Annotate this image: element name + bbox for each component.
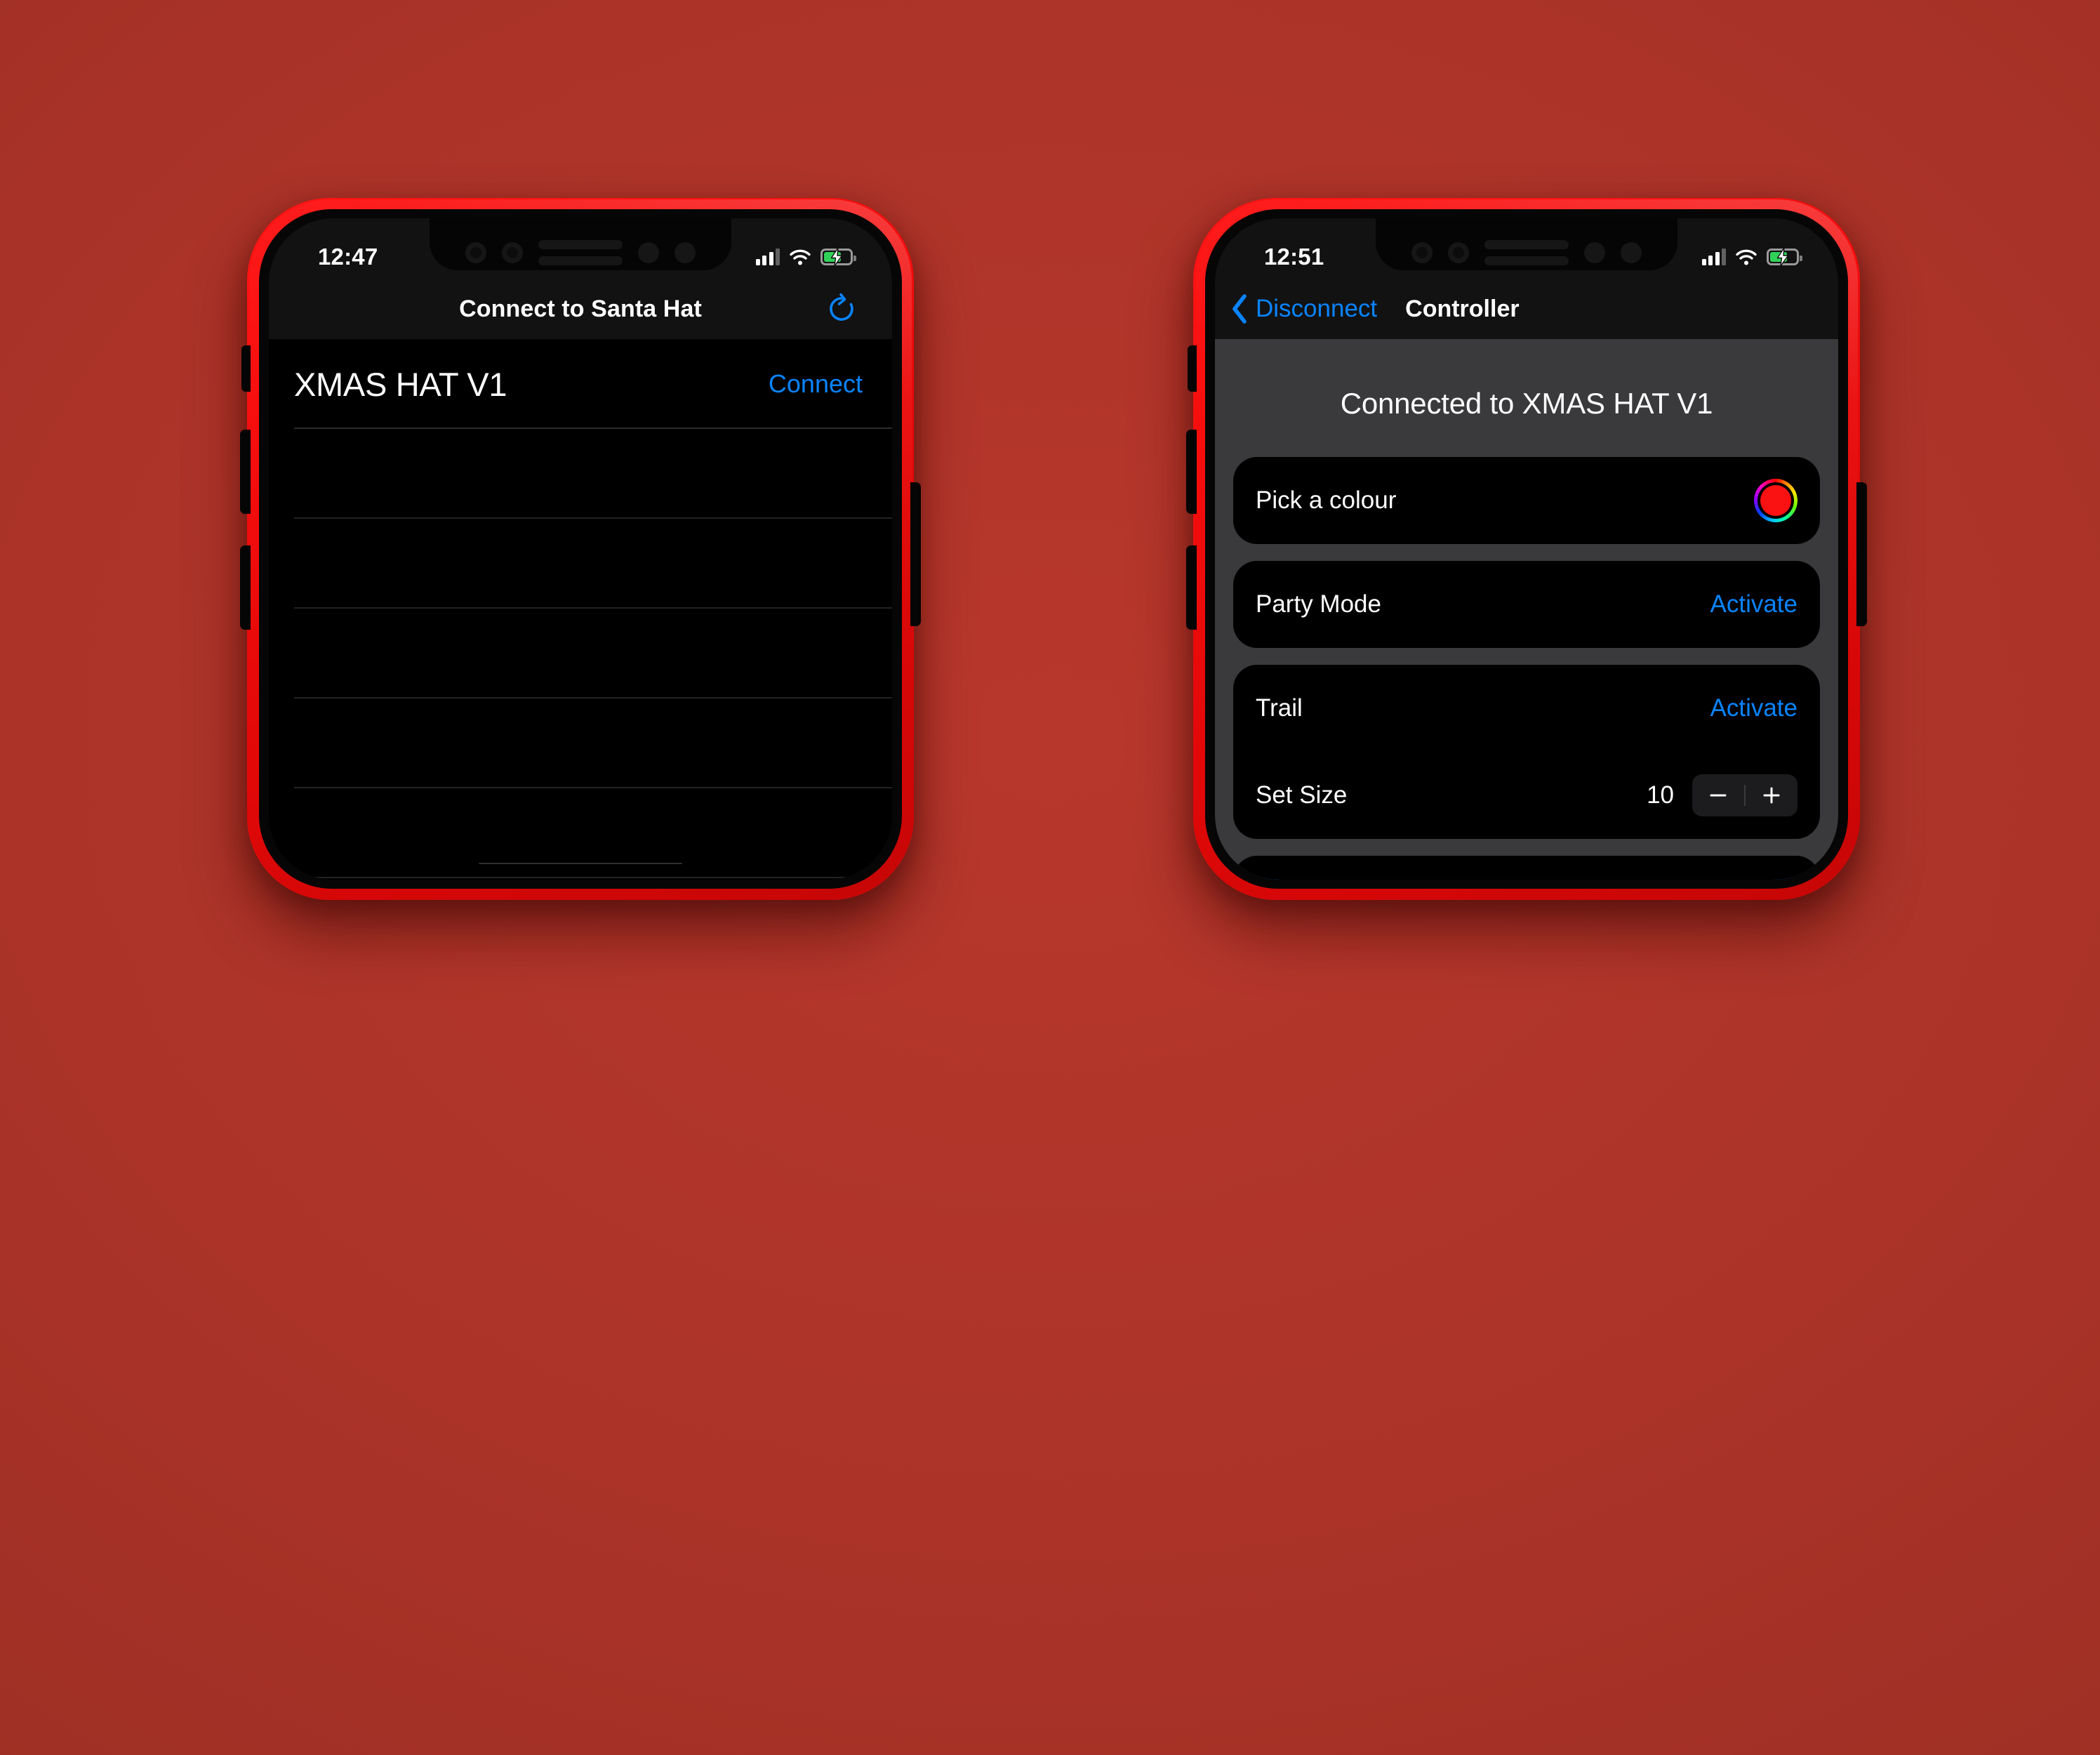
- set-size-control: 10: [1647, 774, 1797, 816]
- navigation-bar-controller: 12:51 Disconnect Controller: [1215, 218, 1838, 339]
- connected-status-text: Connected to XMAS HAT V1: [1340, 387, 1713, 420]
- connect-button[interactable]: Connect: [769, 369, 863, 399]
- set-size-label: Set Size: [1256, 781, 1348, 809]
- cellular-signal-icon: [1701, 249, 1726, 265]
- volume-down-button-right[interactable]: [1186, 545, 1197, 630]
- row-party-mode: Party Mode Activate: [1256, 561, 1797, 648]
- plus-icon: [1763, 787, 1780, 804]
- battery-charging-icon: [820, 248, 856, 266]
- chevron-left-icon: [1232, 294, 1247, 324]
- status-time-right: 12:51: [1264, 244, 1324, 270]
- table-row-empty: [269, 609, 892, 698]
- home-indicator-left[interactable]: [479, 863, 682, 864]
- minus-icon: [1710, 794, 1727, 797]
- volume-up-button-right[interactable]: [1186, 430, 1197, 514]
- page-title-connect: Connect to Santa Hat: [459, 295, 702, 322]
- status-time-left: 12:47: [318, 244, 378, 270]
- device-name: XMAS HAT V1: [294, 365, 507, 403]
- row-trail: Trail Activate: [1256, 665, 1797, 752]
- table-row-empty: [269, 519, 892, 609]
- decrement-button[interactable]: [1692, 774, 1744, 816]
- colour-wheel-icon[interactable]: [1754, 479, 1797, 522]
- pick-a-colour-label: Pick a colour: [1256, 486, 1397, 514]
- selected-colour-swatch: [1760, 485, 1791, 516]
- table-row-empty: [269, 698, 892, 788]
- card-solid-colour: Solid Colour Activate: [1233, 856, 1820, 880]
- status-bar-right: 12:51: [1215, 218, 1838, 276]
- row-set-size: Set Size 10: [1256, 752, 1797, 839]
- card-party-mode: Party Mode Activate: [1233, 561, 1820, 648]
- power-button-right[interactable]: [1856, 482, 1867, 626]
- navbar-row-controller: Disconnect Controller: [1215, 279, 1838, 339]
- mute-switch-button-right[interactable]: [1188, 345, 1197, 392]
- navbar-title-row-connect: Connect to Santa Hat: [269, 279, 892, 339]
- table-row-empty: [269, 878, 892, 880]
- phone-connect-screen: 12:47 Connect to Santa Hat XMAS HAT V1 C…: [240, 198, 921, 900]
- volume-down-button-left[interactable]: [240, 545, 251, 630]
- set-size-value: 10: [1647, 781, 1674, 809]
- status-bar-left: 12:47: [269, 218, 892, 276]
- disconnect-label: Disconnect: [1256, 295, 1378, 322]
- party-mode-label: Party Mode: [1256, 590, 1381, 618]
- party-mode-activate-button[interactable]: Activate: [1710, 590, 1798, 618]
- wifi-icon: [790, 249, 811, 265]
- mute-switch-button-left[interactable]: [241, 345, 251, 392]
- card-trail: Trail Activate Set Size 10: [1233, 665, 1820, 839]
- battery-charging-icon: [1767, 248, 1802, 266]
- card-pick-a-colour: Pick a colour: [1233, 457, 1820, 544]
- trail-label: Trail: [1256, 694, 1303, 722]
- increment-button[interactable]: [1746, 774, 1797, 816]
- table-row-empty: [269, 429, 892, 519]
- status-icons-left: [755, 248, 856, 266]
- wifi-icon: [1736, 249, 1757, 265]
- status-icons-right: [1701, 248, 1802, 266]
- phone-controller-screen: 12:51 Disconnect Controller Connected to…: [1186, 198, 1867, 900]
- quantity-stepper: [1692, 774, 1797, 816]
- device-list: XMAS HAT V1 Connect: [269, 339, 892, 880]
- cellular-signal-icon: [755, 249, 780, 265]
- controller-content: Connected to XMAS HAT V1 Pick a colour P…: [1215, 339, 1838, 880]
- navigation-bar-connect: 12:47 Connect to Santa Hat: [269, 218, 892, 339]
- power-button-left[interactable]: [910, 482, 921, 626]
- table-row-empty: [269, 788, 892, 878]
- table-row[interactable]: XMAS HAT V1 Connect: [269, 339, 892, 429]
- page-title-controller: Controller: [1405, 295, 1520, 322]
- trail-activate-button[interactable]: Activate: [1710, 694, 1798, 722]
- refresh-button[interactable]: [823, 291, 860, 327]
- volume-up-button-left[interactable]: [240, 430, 251, 514]
- row-pick-a-colour[interactable]: Pick a colour: [1256, 457, 1797, 544]
- screen-connect: 12:47 Connect to Santa Hat XMAS HAT V1 C…: [269, 218, 892, 880]
- disconnect-button[interactable]: Disconnect: [1230, 293, 1377, 324]
- screen-controller: 12:51 Disconnect Controller Connected to…: [1215, 218, 1838, 880]
- row-solid-colour: Solid Colour Activate: [1256, 856, 1797, 880]
- refresh-icon: [830, 293, 853, 321]
